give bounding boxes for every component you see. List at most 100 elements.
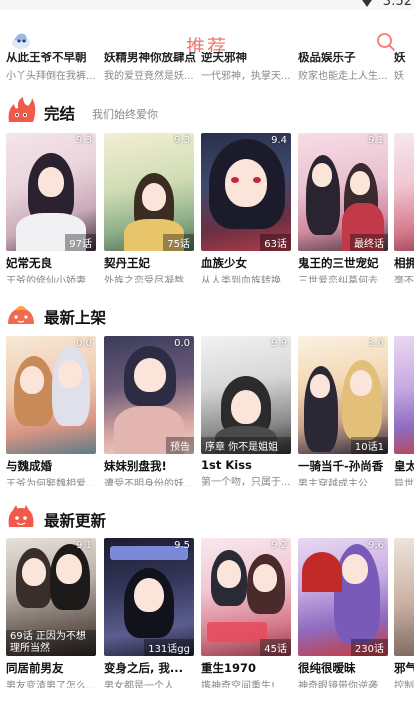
comic-card[interactable]: 9.9 序章 你不是姐姐 1st Kiss 第一个吻，只属于... [201,336,291,486]
comic-title: 血族少女 [201,256,247,270]
episode-badge: 最终话 [350,234,388,251]
comic-card[interactable]: 9.3 97话 妃常无良 王爷的修仙小娇妻 [6,133,96,283]
section-header-new-arrivals: 最新上架 [0,300,414,330]
comic-desc: 从人类到血族转换 [201,276,281,283]
comic-title: 与魏成婚 [6,459,52,473]
item-desc: 败家也能走上人生... [298,71,388,82]
comic-card[interactable]: 3.0 10话1 一骑当千-孙尚香 男主穿越成主公 [298,336,388,486]
episode-badge: 10话1 [350,437,388,454]
comic-desc: 控制 [394,681,414,688]
comic-desc: 王爷的修仙小娇妻 [6,276,86,283]
comic-cover[interactable]: 9.3 97话 [6,133,96,251]
comic-cover[interactable]: 9.6 230话 [298,538,388,656]
comic-card[interactable]: 9.5 131话gg 变身之后, 我... 男女都是一个人 [104,538,194,688]
comic-desc: 遭受不明身份的妖... [104,479,194,486]
comic-title: 一骑当千-孙尚香 [298,459,384,473]
comic-title: 很纯很暧昧 [298,661,356,675]
comic-title: 契丹王妃 [104,256,150,270]
comic-card[interactable]: 9.3 75话 契丹王妃 外族之恋受尽凝熬 [104,133,194,283]
search-icon[interactable] [376,32,396,52]
list-item[interactable]: 妖精男神你放肆点 我的爱豆竟然是妖... [104,52,196,82]
list-item[interactable]: 逆天邪神 一代邪神，执掌天... [201,52,293,82]
section-subtitle: 我们始终爱你 [92,108,158,121]
section-title: 最新更新 [44,512,107,530]
blob-mascot-icon [8,505,34,527]
signal-icon [360,0,374,7]
comic-card[interactable]: 皇太 异世 [394,336,414,486]
comic-desc: 男女都是一个人 [104,681,174,688]
status-time: 3:52 [382,0,412,9]
comic-desc: 异世 [394,479,414,486]
comic-cover[interactable] [394,538,414,656]
score-badge: 9.5 [174,540,190,551]
comic-desc: 第一个吻，只属于... [201,477,291,486]
comic-desc: 男友变渣男了怎么... [6,681,96,688]
item-title: 逆天邪神 [201,52,247,64]
score-badge: 9.3 [174,135,190,146]
status-bar: 3:52 [0,0,414,10]
score-badge: 9.4 [271,135,287,146]
comic-title: 邪气 [394,661,414,675]
score-badge: 0.0 [174,338,190,349]
comic-title: 1st Kiss [201,458,252,472]
section-title: 完结 [44,105,76,123]
comic-title: 妃常无良 [6,256,52,270]
item-desc: 小丫头拜倒在我裤... [6,71,96,82]
score-badge: 9.2 [271,540,287,551]
item-desc: 我的爱豆竟然是妖... [104,71,194,82]
comic-cover[interactable] [394,336,414,454]
comic-cover[interactable]: 3.0 10话1 [298,336,388,454]
section-header-finished: 完结 我们始终爱你 [0,96,414,126]
comic-cover[interactable]: 0.0 [6,336,96,454]
episode-badge: 131话gg [144,639,194,656]
episode-badge: 97话 [65,234,96,251]
item-title: 妖 [394,52,406,64]
comic-card[interactable]: 9.4 63话 血族少女 从人类到血族转换 [201,133,291,283]
comic-row-new-arrivals: 0.0 与魏成婚 王爷为何娶魏相爱... 0.0 预告 妹妹别盘我! 遭受不明身… [0,336,414,486]
comic-cover[interactable]: 9.1 69话 正因为不想理所当然 [6,538,96,656]
comic-card[interactable]: 邪气 控制 [394,538,414,688]
list-item[interactable]: 从此王爷不早朝 小丫头拜倒在我裤... [6,52,98,82]
comic-card[interactable]: 9.1 69话 正因为不想理所当然 同居前男友 男友变渣男了怎么... [6,538,96,688]
score-badge: 9.3 [76,135,92,146]
item-desc: 妖 [394,71,404,82]
item-title: 极品娱乐子 [298,52,356,64]
episode-badge: 69话 正因为不想理所当然 [6,630,96,656]
comic-row-finished: 9.3 97话 妃常无良 王爷的修仙小娇妻 9.3 75话 契丹王妃 外族之恋受… [0,133,414,283]
item-desc: 一代邪神，执掌天... [201,71,291,82]
comic-desc: 男主穿越成主公 [298,479,368,486]
comic-card[interactable]: 相拥 毫不 [394,133,414,283]
comic-cover[interactable] [394,133,414,251]
score-badge: 9.1 [76,540,92,551]
comic-card[interactable]: 0.0 预告 妹妹别盘我! 遭受不明身份的妖... [104,336,194,486]
comic-card[interactable]: 9.1 最终话 鬼王的三世宠妃 三世爱恋纠葛何去 [298,133,388,283]
comic-desc: 携神奇空间重生! [201,681,276,688]
flame-mascot-icon [8,97,36,122]
comic-card[interactable]: 0.0 与魏成婚 王爷为何娶魏相爱... [6,336,96,486]
list-item[interactable]: 妖 妖 [394,52,414,82]
comic-cover[interactable]: 9.3 75话 [104,133,194,251]
comic-row-latest-updates: 9.1 69话 正因为不想理所当然 同居前男友 男友变渣男了怎么... 9.5 … [0,538,414,688]
comic-title: 妹妹别盘我! [104,459,167,473]
score-badge: 9.1 [368,135,384,146]
comic-cover[interactable]: 9.5 131话gg [104,538,194,656]
comic-cover[interactable]: 9.9 序章 你不是姐姐 [201,336,291,454]
section-title: 最新上架 [44,309,107,327]
comic-card[interactable]: 9.2 45话 重生1970 携神奇空间重生! [201,538,291,688]
episode-badge: 230话 [350,639,388,656]
comic-desc: 神奇眼镜带你逆袭 [298,681,378,688]
comic-title: 同居前男友 [6,661,64,675]
comic-cover[interactable]: 9.4 63话 [201,133,291,251]
comic-cover[interactable]: 9.2 45话 [201,538,291,656]
comic-title: 鬼王的三世宠妃 [298,256,379,270]
item-title: 从此王爷不早朝 [6,52,87,64]
comic-card[interactable]: 9.6 230话 很纯很暧昧 神奇眼镜带你逆袭 [298,538,388,688]
list-item[interactable]: 极品娱乐子 败家也能走上人生... [298,52,390,82]
comic-title: 重生1970 [201,661,257,675]
score-badge: 9.9 [271,338,287,349]
comic-desc: 外族之恋受尽凝熬 [104,276,184,283]
comic-desc: 王爷为何娶魏相爱... [6,479,96,486]
comic-cover[interactable]: 0.0 预告 [104,336,194,454]
score-badge: 3.0 [368,338,384,349]
comic-cover[interactable]: 9.1 最终话 [298,133,388,251]
